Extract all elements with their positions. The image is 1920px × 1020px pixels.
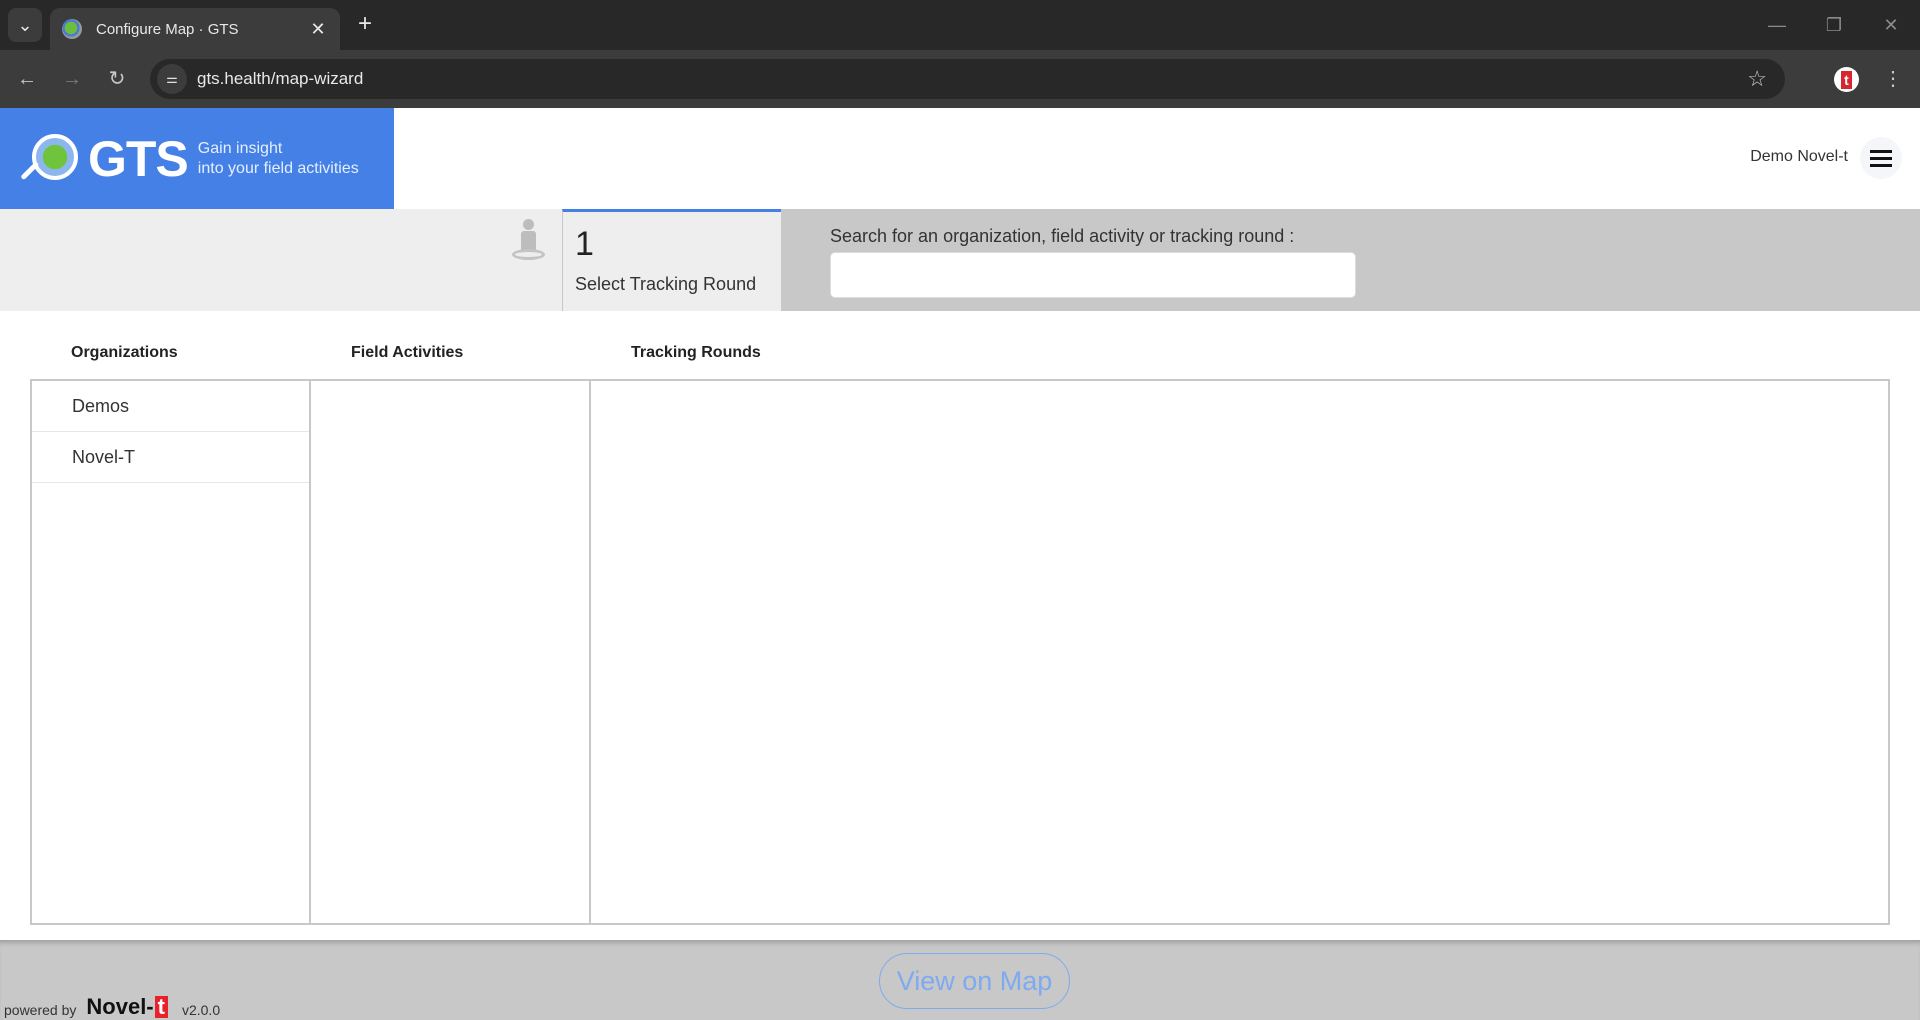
column-headers: Organizations Field Activities Tracking … [30,344,1890,380]
search-area: Search for an organization, field activi… [781,209,1920,311]
field-activities-list [311,381,591,923]
search-label: Search for an organization, field activi… [830,226,1295,246]
star-icon[interactable]: ☆ [1747,66,1767,92]
powered-by: powered by Novel-t v2.0.0 [4,996,220,1018]
novel-t-logo[interactable]: Novel-t [86,996,168,1018]
novel-t-extension-icon[interactable]: t [1834,67,1859,92]
tagline-line-2: into your field activities [197,159,359,177]
globe-magnifier-icon [20,128,84,190]
gts-favicon-icon [62,19,82,39]
reload-icon: ↻ [108,68,126,90]
view-on-map-button[interactable]: View on Map [879,953,1070,1009]
organizations-list: Demos Novel-T [32,381,311,923]
back-button[interactable]: ← [12,64,42,94]
close-icon[interactable]: ✕ [308,19,328,40]
organizations-header: Organizations [71,344,178,361]
close-window-icon[interactable]: ✕ [1871,10,1911,40]
url-text[interactable]: gts.health/map-wizard [197,69,1747,89]
list-item[interactable]: Novel-T [32,432,309,483]
step-number: 1 [575,225,594,263]
page: GTS Gain insight into your field activit… [0,108,1920,1020]
arrow-right-icon: → [62,68,82,90]
brand-logo[interactable]: GTS Gain insight into your field activit… [0,108,394,209]
site-info-button[interactable]: ⚌ [157,64,187,94]
selection-panels: Demos Novel-T [30,379,1890,925]
minimize-icon[interactable]: — [1757,10,1797,40]
novel-t-logo-mark: t [154,996,168,1018]
arrow-left-icon: ← [17,68,37,90]
search-input[interactable] [830,252,1356,298]
brand-name: GTS [88,130,189,187]
chevron-down-icon: ⌄ [17,14,33,35]
tracking-rounds-list [591,381,1888,923]
person-location-icon [510,219,548,261]
step-label: Select Tracking Round [575,274,757,294]
novel-t-logo-text: Novel- [86,994,154,1019]
user-name: Demo Novel-t [1750,148,1848,165]
tune-icon: ⚌ [166,71,178,86]
extension-glyph: t [1841,70,1852,89]
forward-button[interactable]: → [57,64,87,94]
tracking-rounds-header: Tracking Rounds [631,344,761,361]
wizard-stepper: 1 Select Tracking Round Search for an or… [0,209,1920,311]
brand-tagline: Gain insight into your field activities [198,139,359,179]
tab-search-button[interactable]: ⌄ [8,8,42,42]
browser-tab-active[interactable]: Configure Map · GTS ✕ [50,8,340,50]
version-label: v2.0.0 [181,1002,221,1018]
wizard-step-active[interactable]: 1 Select Tracking Round [562,209,781,311]
reload-button[interactable]: ↻ [102,64,132,94]
app-header: GTS Gain insight into your field activit… [0,108,1920,209]
browser-toolbar: ← → ↻ ⚌ gts.health/map-wizard ☆ t ⋮ [0,50,1920,108]
tab-title: Configure Map · GTS [96,20,239,38]
footer: View on Map powered by Novel-t v2.0.0 [0,940,1920,1020]
address-bar[interactable]: ⚌ gts.health/map-wizard ☆ [150,59,1785,99]
field-activities-header: Field Activities [351,344,464,361]
powered-by-text: powered by [4,1002,77,1018]
tagline-line-1: Gain insight [197,139,283,157]
new-tab-button[interactable]: + [352,12,378,38]
kebab-menu-icon[interactable]: ⋮ [1880,64,1906,94]
hamburger-menu-icon[interactable] [1860,137,1902,179]
restore-icon[interactable]: ❐ [1814,10,1854,40]
list-item[interactable]: Demos [32,381,309,432]
browser-tab-strip: ⌄ Configure Map · GTS ✕ + — ❐ ✕ [0,0,1920,50]
